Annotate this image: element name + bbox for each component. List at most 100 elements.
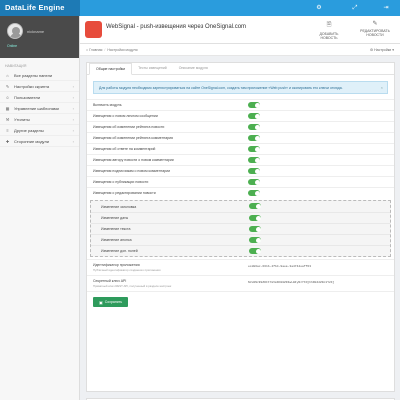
sidebar-item-script-settings[interactable]: ✎ Настройки скрипта › [0,81,79,92]
home-icon: ⌂ [6,72,9,78]
sidebar-item-label: Сторонние модули [14,138,50,144]
setting-label: Включить модуль [93,103,122,107]
setting-row: Извещения подписчикам о новом комментари… [87,165,394,176]
api-key-label: Секретный ключ API [93,279,127,283]
setting-row: Извещения о редактировании новости [87,187,394,198]
form-footer: ▣ Сохранить [87,291,394,311]
toggle-switch[interactable] [248,124,260,130]
user-name[interactable]: nickname [27,29,44,34]
file-edit-icon: ✎ [372,21,378,27]
tools-icon: ⚒ [5,116,10,122]
add-news-button[interactable]: 🗎 ДОБАВИТЬ НОВОСТЬ [311,20,347,40]
api-key-field[interactable]: NzU2NzRkZDItYmVmNC00ZDIwLWIyNzYtNjhhNGI2… [248,281,334,284]
sidebar-item-utilities[interactable]: ⚒ Утилиты › [0,114,79,125]
breadcrumb-home[interactable]: Главная [89,48,102,52]
sidebar-item-other-sections[interactable]: ≡ Другие разделы › [0,125,79,136]
save-button[interactable]: ▣ Сохранить [93,297,129,307]
sidebar-item-label: Все разделы панели [14,72,53,78]
alert-text: Для работы модуля необходимо зарегистрир… [99,86,343,90]
tab-general-settings[interactable]: Общие настройки [89,63,133,75]
save-icon: ▣ [99,299,103,305]
settings-dropdown[interactable]: ⚙ Настройки ▾ [370,48,394,52]
setting-row: Извещения о новом личном сообщении [87,110,394,121]
signout-icon[interactable]: ⇥ [381,3,391,13]
setting-row: Извещения об ответе на комментарий [87,143,394,154]
close-icon[interactable]: × [381,85,383,90]
setting-label: Извещения автору новости о новом коммент… [93,158,174,162]
setting-label: Извещения об изменении рейтинга коммента… [93,136,173,140]
info-alert: Для работы модуля необходимо зарегистрир… [93,81,388,94]
toggle-switch[interactable] [248,113,260,119]
tab-bar: Общие настройки Тесты извещений Описание… [87,63,394,75]
app-id-field[interactable]: ecd86ac-661b-4fb4-9aea-3a4744eaff63 [248,265,311,268]
setting-row: Извещения об изменении рейтинга коммента… [87,132,394,143]
edit-news-button[interactable]: ✎ РЕДАКТИРОВАТЬ НОВОСТИ [353,20,397,37]
chevron-right-icon: › [72,105,74,111]
setting-row: Извещения о публикации новости [87,176,394,187]
sidebar-item-templates[interactable]: ▦ Управление шаблонами › [0,103,79,114]
sidebar-item-third-party-modules[interactable]: ✚ Сторонние модули › [0,136,79,147]
expand-icon[interactable]: ⤢ [350,3,360,13]
subsetting-row: Изменение текста [91,223,390,234]
brand-logo[interactable]: DataLife Engine [0,0,80,16]
setting-label: Извещения о редактировании новости [93,191,156,195]
breadcrumb-separator: / [104,47,106,52]
api-key-hint: Приватный ключ REST API, полученный в ра… [93,284,172,288]
setting-row: Включить модуль [87,99,394,110]
toggle-switch[interactable] [248,168,260,174]
sidebar-item-all-sections[interactable]: ⌂ Все разделы панели [0,70,79,81]
tab-module-description[interactable]: Описание модуля [173,63,214,74]
setting-label: Извещения о публикации новости [93,180,149,184]
setting-row: Извещения автору новости о новом коммент… [87,154,394,165]
chevron-right-icon: › [72,94,74,100]
toggle-switch[interactable] [249,215,261,221]
sidebar-item-users[interactable]: ☺ Пользователи › [0,92,79,103]
subsetting-row: Изменение даты [91,212,390,223]
list-icon: ≡ [6,127,9,133]
chevron-right-icon: › [72,83,74,89]
toggle-switch[interactable] [248,157,260,163]
subsetting-label: Изменение заголовка [101,204,137,209]
app-id-row: Идентификатор приложения Публичный идент… [87,259,394,275]
setting-label: Извещения об изменении рейтинга новости [93,125,165,129]
edit-news-label: РЕДАКТИРОВАТЬ НОВОСТИ [360,29,390,37]
setting-label: Извещения об ответе на комментарий [93,147,156,151]
topbar-actions: ⚙ ⤢ ⇥ [80,0,400,16]
settings-label: Настройки [374,47,392,52]
toggle-switch[interactable] [249,203,261,209]
add-news-label: ДОБАВИТЬ НОВОСТЬ [319,32,339,40]
chevron-right-icon: › [72,138,74,144]
setting-label: Извещения подписчикам о новом комментари… [93,169,171,173]
puzzle-icon: ✚ [5,138,10,144]
toggle-switch[interactable] [249,237,261,243]
top-navbar: DataLife Engine ⚙ ⤢ ⇥ [0,0,400,16]
subsetting-label: Изменение доп. полей [101,249,138,253]
toggle-switch[interactable] [248,135,260,141]
subsetting-label: Изменение анонса [101,238,132,242]
toggle-switch[interactable] [248,146,260,152]
toggle-switch[interactable] [249,226,261,232]
setting-row: Извещения об изменении рейтинга новости [87,121,394,132]
user-status: Online [7,44,18,48]
sidebar-item-label: Утилиты [14,116,30,122]
save-label: Сохранить [104,300,123,304]
subsetting-label: Изменение текста [101,227,131,231]
wrench-icon: ✎ [5,83,10,89]
tab-notification-tests[interactable]: Тесты извещений [132,63,173,74]
toggle-switch[interactable] [249,248,261,254]
main-content: WebSignal - push-извещения через OneSign… [80,16,400,400]
toggle-switch[interactable] [248,190,260,196]
edit-subsettings-box: Изменение заголовка Изменение даты Измен… [90,200,391,257]
users-icon: ☺ [5,94,10,100]
file-add-icon: 🗎 [326,22,332,28]
avatar[interactable] [7,23,23,39]
gear-icon[interactable]: ⚙ [314,3,324,13]
breadcrumb: ⌂ Главная / Настройки модуля ⚙ Настройки… [80,44,400,56]
page-header: WebSignal - push-извещения через OneSign… [80,16,400,44]
page-title: WebSignal - push-извещения через OneSign… [106,24,247,30]
sidebar-item-label: Управление шаблонами [14,105,59,111]
settings-panel: Общие настройки Тесты извещений Описание… [86,62,395,392]
toggle-switch[interactable] [248,102,260,108]
sidebar-item-label: Другие разделы [14,127,44,133]
toggle-switch[interactable] [248,179,260,185]
